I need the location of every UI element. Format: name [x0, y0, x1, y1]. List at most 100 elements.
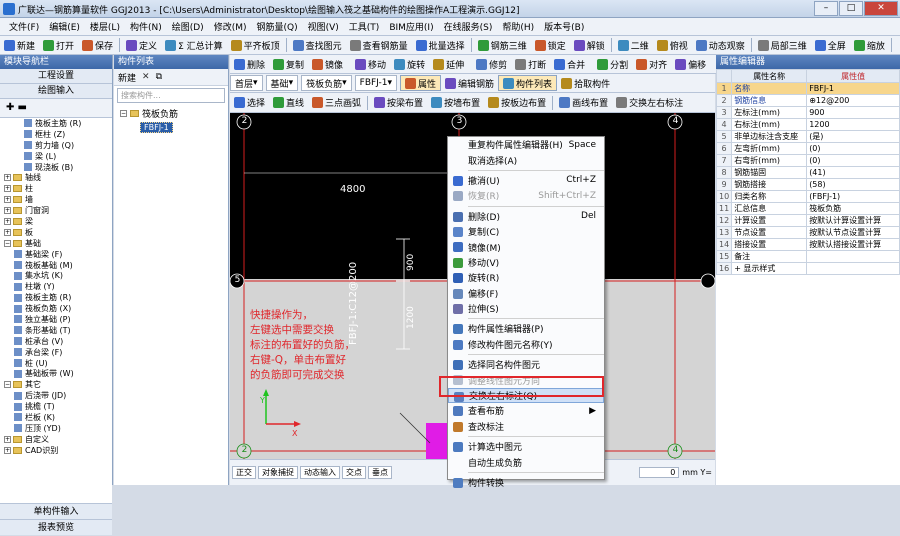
drawing-toolbar-button-5[interactable]: 按板边布置 [484, 95, 550, 111]
component-action-button-3[interactable]: 拾取构件 [557, 75, 614, 91]
menu-item-7[interactable]: 视图(V) [303, 20, 344, 33]
nav-tree-item[interactable]: 柱墩 (Y) [0, 281, 112, 292]
main-toolbar-button-0[interactable]: 新建 [0, 37, 39, 53]
main-toolbar-button-5[interactable]: 平齐板顶 [227, 37, 284, 53]
nav-tree-item[interactable]: 压顶 (YD) [0, 423, 112, 434]
main-toolbar-button-3[interactable]: 定义 [122, 37, 161, 53]
context-menu-item-21[interactable]: 查改标注 [448, 419, 604, 434]
status-toggle-4[interactable]: 垂点 [368, 466, 392, 479]
main-toolbar-button-13[interactable]: 俯视 [653, 37, 692, 53]
expand-toggle-icon[interactable]: − [4, 239, 11, 247]
context-menu-item-9[interactable]: 移动(V) [448, 255, 604, 270]
copy-component-icon[interactable]: ⧉ [156, 72, 162, 82]
main-toolbar-button-14[interactable]: 动态观察 [692, 37, 749, 53]
expand-toggle-icon[interactable]: + [4, 207, 11, 215]
property-row[interactable]: 9 钢筋搭接 (58) [715, 178, 900, 191]
nav-tree-item[interactable]: + 板 [0, 227, 112, 238]
property-value[interactable]: 按默认搭接设置计算 [806, 238, 900, 251]
context-menu-item-1[interactable]: 取消选择(A) [448, 152, 604, 167]
nav-tree-item[interactable]: + 自定义 [0, 434, 112, 445]
close-button[interactable]: ✕ [864, 1, 898, 16]
project-settings-button[interactable]: 工程设置 [0, 69, 112, 84]
drawing-toolbar-button-7[interactable]: 交换左右标注 [612, 95, 687, 111]
drawing-toolbar-button-3[interactable]: 按梁布置 [370, 95, 427, 111]
property-row[interactable]: 2 钢筋信息 ⊕12@200 [715, 94, 900, 107]
context-menu-item-11[interactable]: 偏移(F) [448, 286, 604, 301]
component-action-button-1[interactable]: 编辑钢筋 [441, 75, 498, 91]
main-toolbar-button-15[interactable]: 局部三维 [754, 37, 811, 53]
status-toggle-2[interactable]: 动态输入 [300, 466, 340, 479]
context-menu-item-7[interactable]: 复制(C) [448, 224, 604, 239]
property-value[interactable]: 900 [806, 106, 900, 119]
menu-item-4[interactable]: 绘图(D) [167, 20, 209, 33]
nav-tree-item[interactable]: 挑檐 (T) [0, 401, 112, 412]
property-value[interactable]: (FBFJ-1) [806, 190, 900, 203]
nav-tree-item[interactable]: − 基础 [0, 238, 112, 249]
property-row[interactable]: 11 汇总信息 筏板负筋 [715, 202, 900, 215]
nav-tree-item[interactable]: 基础板带 (W) [0, 368, 112, 379]
nav-tree-item[interactable]: 现浇板 (B) [0, 162, 112, 173]
category-select[interactable]: 基础 ▾ [265, 75, 299, 91]
context-menu-item-8[interactable]: 镜像(M) [448, 239, 604, 254]
component-item-fbfj1[interactable]: FBFJ-1 [140, 122, 173, 133]
new-component-button[interactable]: 新建 [118, 71, 136, 84]
property-value[interactable] [806, 262, 900, 275]
nav-tree-item[interactable]: 条形基础 (T) [0, 325, 112, 336]
edit-toolbar-button-2[interactable]: 镜像 [308, 56, 347, 72]
minimize-button[interactable]: – [814, 1, 838, 16]
property-value[interactable]: 按默认节点设置计算 [806, 226, 900, 239]
property-value[interactable]: (58) [806, 178, 900, 191]
edit-toolbar-button-3[interactable]: 移动 [351, 56, 390, 72]
nav-tree-item[interactable]: + 柱 [0, 183, 112, 194]
nav-tree-item[interactable]: + CAD识别 [0, 445, 112, 456]
drawing-toolbar-button-1[interactable]: 直线 [269, 95, 308, 111]
main-toolbar-button-4[interactable]: Σ 汇总计算 [161, 37, 227, 53]
context-menu-item-20[interactable]: 查看布筋 ▶ [448, 403, 604, 418]
property-row[interactable]: 7 右弯折(mm) (0) [715, 154, 900, 167]
property-value[interactable]: (0) [806, 154, 900, 167]
delete-component-icon[interactable]: ✕ [142, 72, 150, 82]
status-toggle-1[interactable]: 对象捕捉 [258, 466, 298, 479]
nav-tree-item[interactable]: + 梁 [0, 216, 112, 227]
drawing-toolbar-button-2[interactable]: 三点画弧 [308, 95, 365, 111]
report-preview-button[interactable]: 报表预览 [0, 519, 112, 535]
property-row[interactable]: 14 搭接设置 按默认搭接设置计算 [715, 238, 900, 251]
property-row[interactable]: 6 左弯折(mm) (0) [715, 142, 900, 155]
drawing-input-button[interactable]: 绘图输入 [0, 84, 112, 99]
context-menu-item-0[interactable]: 重复构件属性编辑器(H) Space [448, 137, 604, 152]
main-toolbar-button-17[interactable]: 缩放 [850, 37, 889, 53]
menu-item-0[interactable]: 文件(F) [4, 20, 44, 33]
menu-item-3[interactable]: 构件(N) [125, 20, 167, 33]
property-row[interactable]: 16 + 显示样式 [715, 262, 900, 275]
property-row[interactable]: 4 右标注(mm) 1200 [715, 118, 900, 131]
main-toolbar-button-1[interactable]: 打开 [39, 37, 78, 53]
expand-toggle-icon[interactable]: + [4, 228, 11, 236]
expand-toggle-icon[interactable]: + [4, 217, 11, 225]
property-value[interactable]: 筏板负筋 [806, 202, 900, 215]
nav-tree-item[interactable]: 框柱 (Z) [0, 129, 112, 140]
context-menu-item-6[interactable]: 删除(D) Del [448, 209, 604, 224]
main-toolbar-button-6[interactable]: 查找图元 [289, 37, 346, 53]
nav-tree-item[interactable]: 筏板基础 (M) [0, 260, 112, 271]
menu-item-11[interactable]: 帮助(H) [497, 20, 539, 33]
nav-tree-item[interactable]: + 门窗洞 [0, 205, 112, 216]
nav-tree-item[interactable]: + 墙 [0, 194, 112, 205]
edit-toolbar-button-10[interactable]: 对齐 [632, 56, 671, 72]
component-search-input[interactable]: 搜索构件... [117, 88, 225, 103]
property-row[interactable]: 1 名称 FBFJ-1 [715, 82, 900, 95]
maximize-button[interactable]: □ [839, 1, 863, 16]
component-action-button-2[interactable]: 构件列表 [498, 75, 558, 91]
main-toolbar-button-9[interactable]: 钢筋三维 [474, 37, 531, 53]
main-toolbar-button-7[interactable]: 查看钢筋量 [346, 37, 412, 53]
edit-toolbar-button-8[interactable]: 合并 [550, 56, 589, 72]
property-value[interactable] [806, 250, 900, 263]
property-row[interactable]: 3 左标注(mm) 900 [715, 106, 900, 119]
nav-tree-item[interactable]: 桩承台 (V) [0, 336, 112, 347]
property-value[interactable]: 1200 [806, 118, 900, 131]
type-select[interactable]: 筏板负筋 ▾ [301, 75, 352, 91]
edit-toolbar-button-11[interactable]: 偏移 [671, 56, 710, 72]
main-toolbar-button-2[interactable]: 保存 [78, 37, 117, 53]
nav-tree-item[interactable]: 剪力墙 (Q) [0, 140, 112, 151]
property-value[interactable]: FBFJ-1 [806, 82, 900, 95]
component-action-button-0[interactable]: 属性 [400, 75, 442, 91]
